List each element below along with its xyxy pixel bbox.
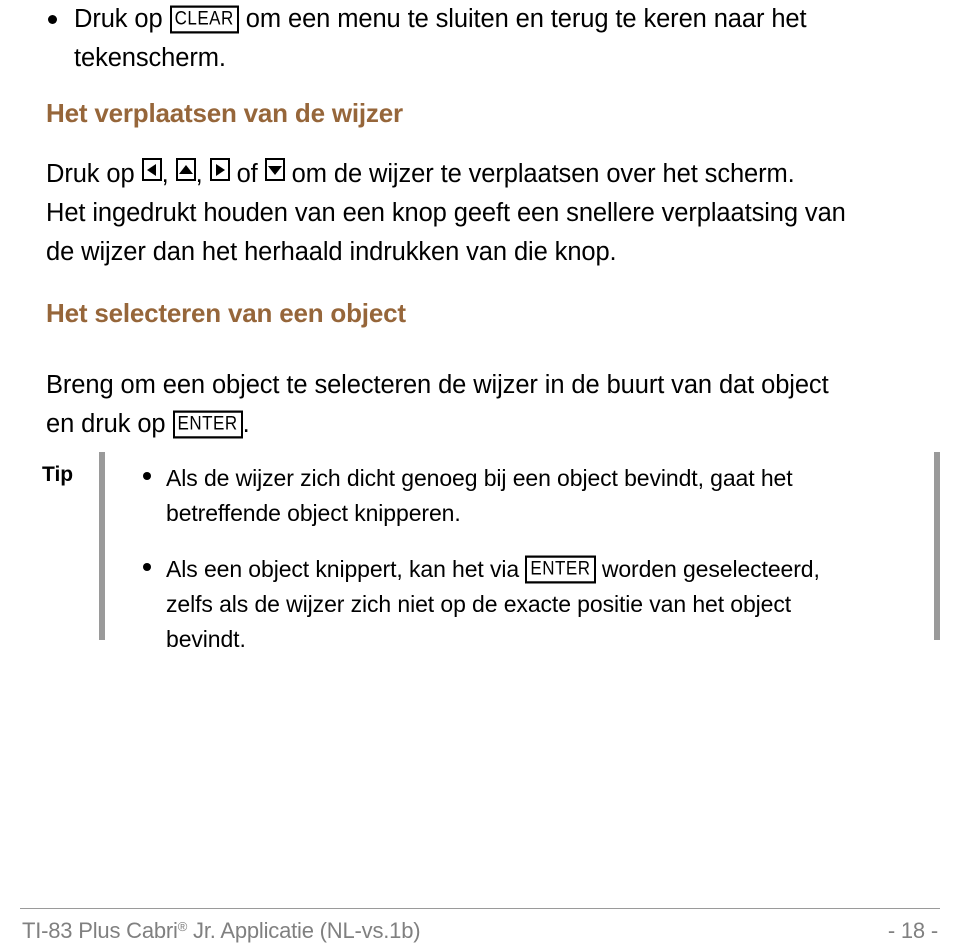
tip2-line3: bevindt. — [166, 626, 246, 652]
tip-label: Tip — [42, 463, 74, 486]
tip2-line1-before-key: Als een object knippert, kan het via — [166, 556, 520, 582]
footer-page-number: - 18 - — [887, 918, 938, 943]
tip-left-rule — [99, 452, 105, 640]
footer-left-text: TI-83 Plus Cabri® Jr. Applicatie (NL-vs.… — [22, 918, 421, 944]
footer-divider — [20, 908, 940, 909]
registered-trademark-icon: ® — [177, 919, 188, 934]
enter-key-icon: ENTER — [525, 555, 596, 584]
footer-product-suffix: Jr. Applicatie (NL-vs.1b) — [187, 918, 421, 943]
tip-block: Tip Als de wijzer zich dicht genoeg bij … — [0, 0, 960, 951]
tip-bullet-text-1: Als de wijzer zich dicht genoeg bij een … — [166, 461, 926, 531]
tip1-line1: Als de wijzer zich dicht genoeg bij een … — [166, 465, 793, 491]
footer-product-name: TI-83 Plus Cabri — [22, 918, 178, 943]
tip2-line1-after-key: worden geselecteerd, — [601, 556, 820, 582]
tip-bullet-text-2: Als een object knippert, kan het via ENT… — [166, 552, 936, 657]
document-page: Druk op CLEAR om een menu te sluiten en … — [0, 0, 960, 951]
tip-bullet-dot-2 — [143, 563, 151, 571]
tip-bullet-dot-1 — [143, 472, 151, 480]
tip2-line2: zelfs als de wijzer zich niet op de exac… — [166, 591, 792, 617]
tip1-line2: betreffende object knipperen. — [166, 500, 461, 526]
